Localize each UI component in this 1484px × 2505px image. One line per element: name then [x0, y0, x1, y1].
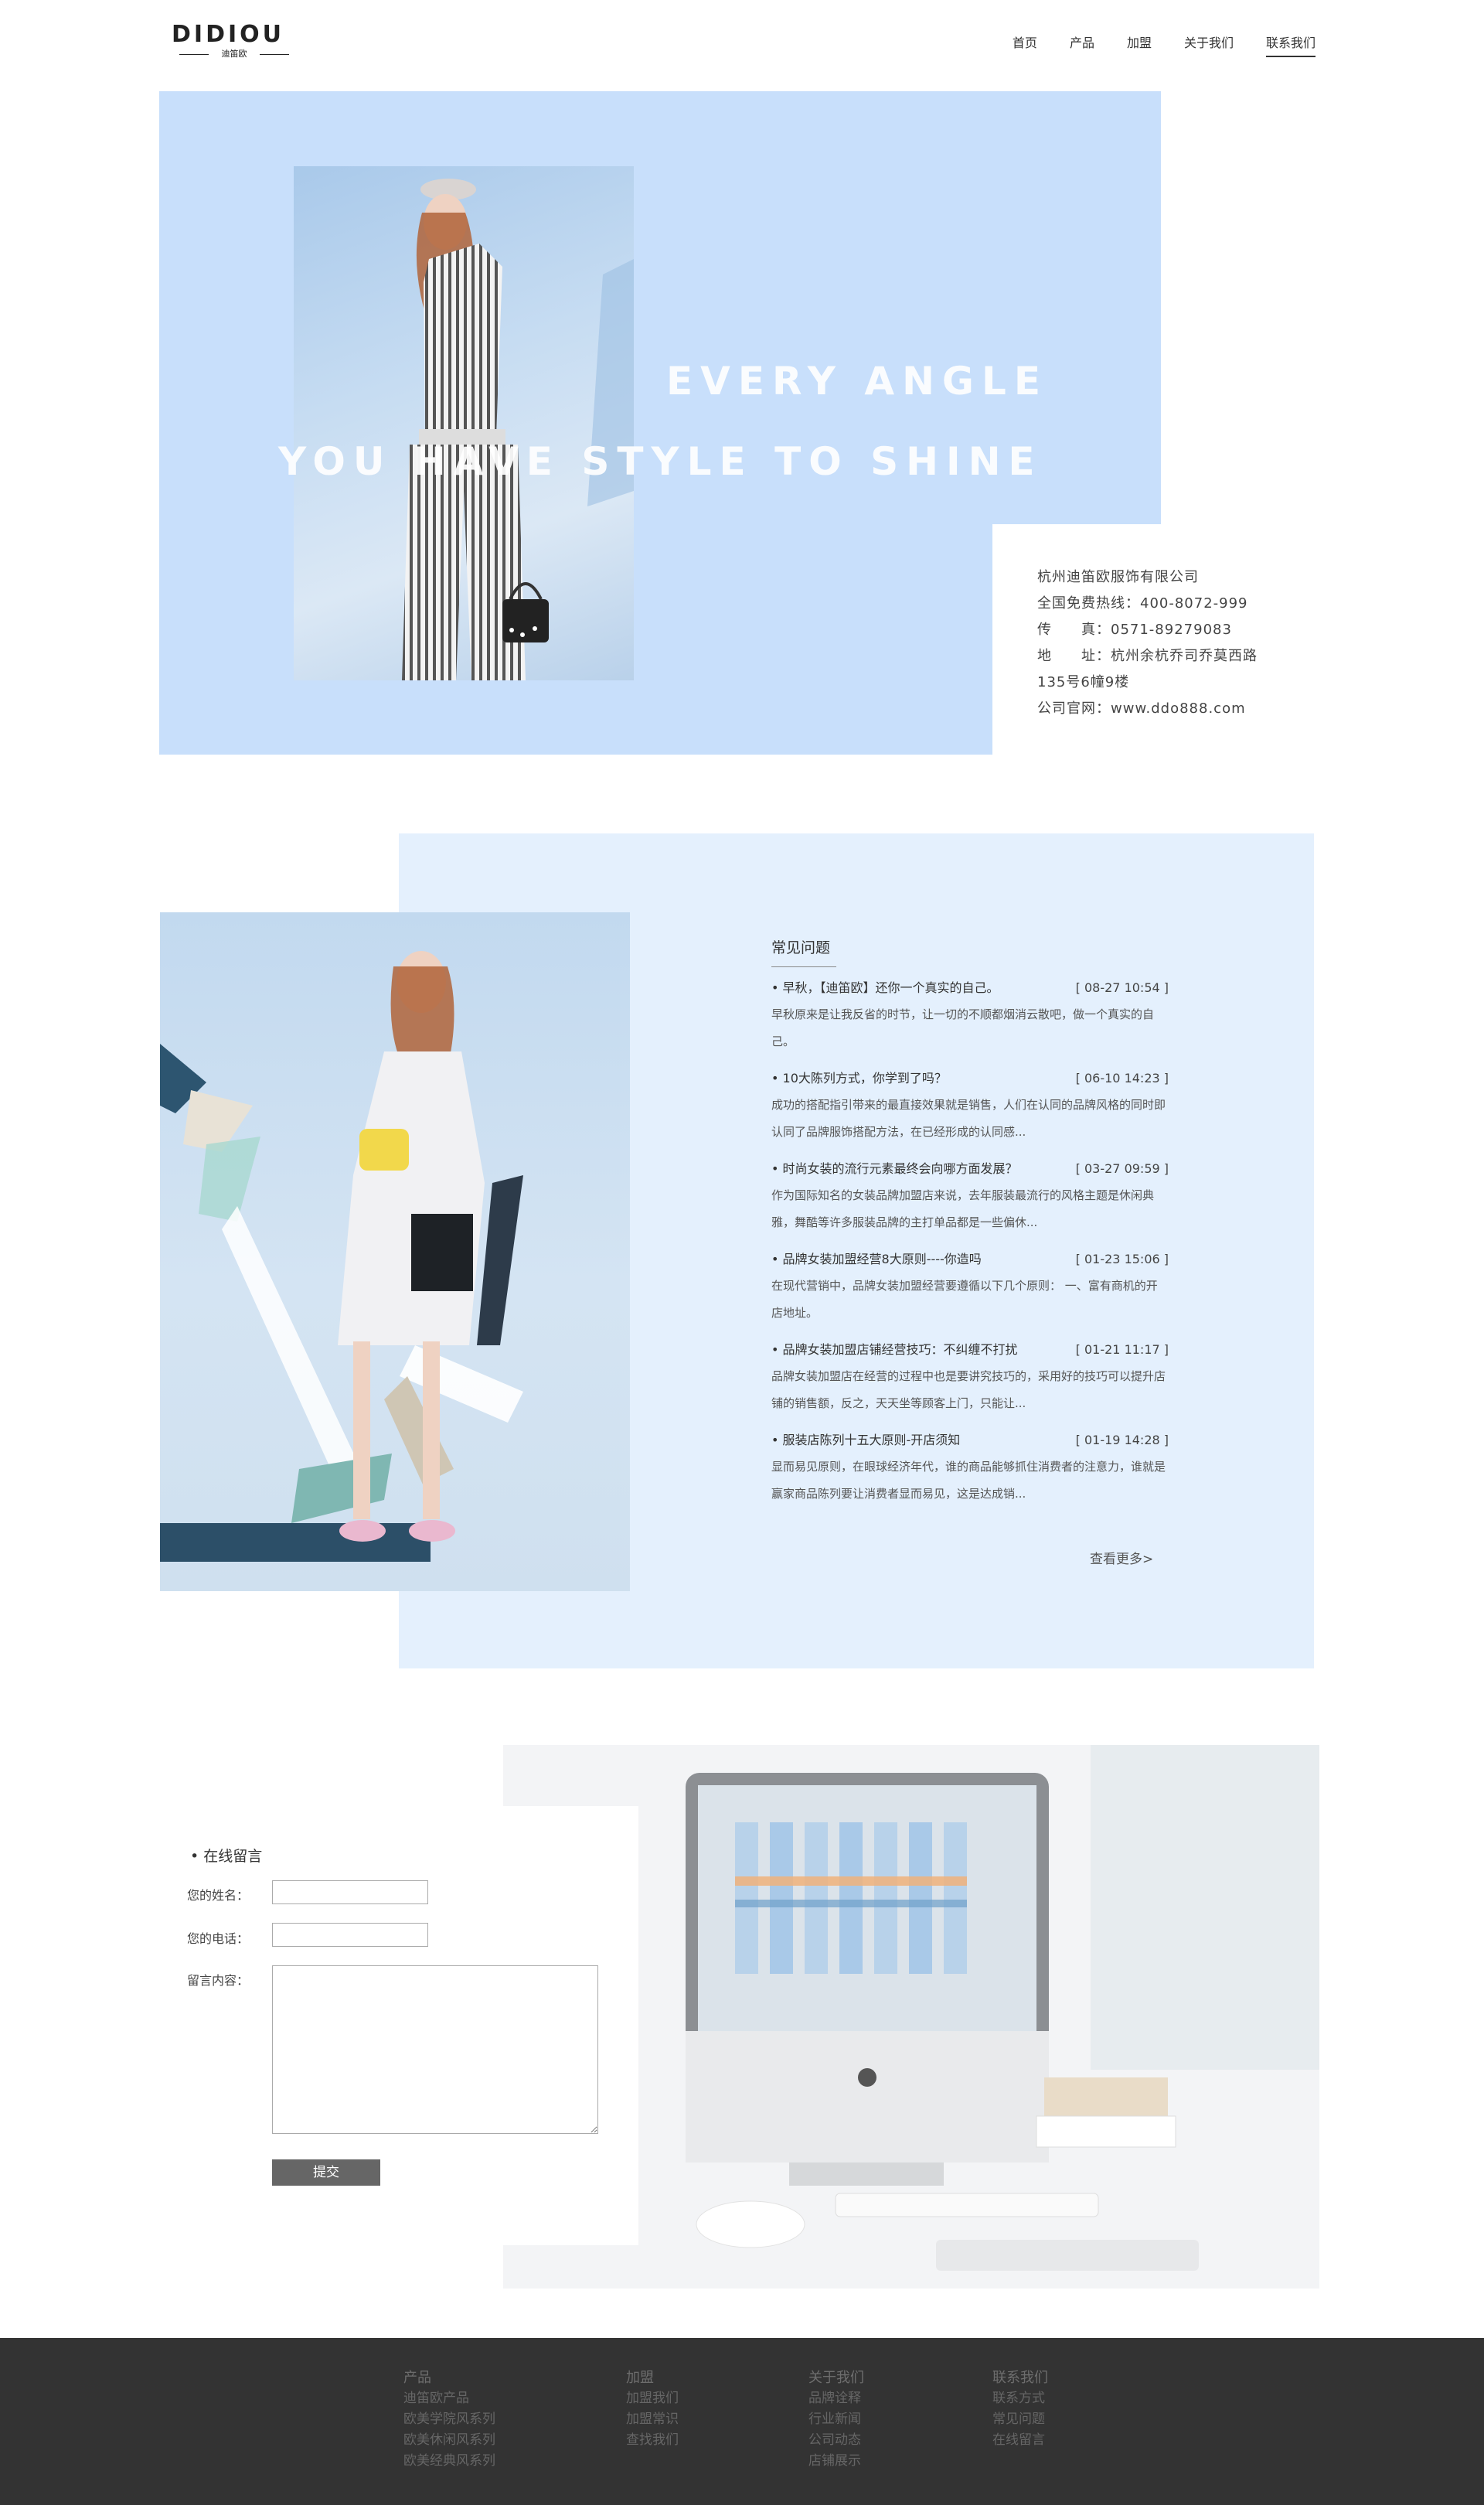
- message-form: • 在线留言 您的姓名： 您的电话： 留言内容： 提交: [159, 1806, 638, 2245]
- nav-products[interactable]: 产品: [1070, 34, 1094, 57]
- footer-link[interactable]: 店铺展示: [808, 2451, 864, 2472]
- footer-link[interactable]: 加盟我们: [626, 2388, 679, 2409]
- footer-heading[interactable]: 联系我们: [992, 2367, 1048, 2388]
- nav-about[interactable]: 关于我们: [1184, 34, 1234, 57]
- faq-item[interactable]: • 时尚女装的流行元素最终会向哪方面发展？ [ 03-27 09:59 ] 作为国…: [771, 1156, 1169, 1236]
- footer-link[interactable]: 联系方式: [992, 2388, 1048, 2409]
- faq-date: [ 01-19 14:28 ]: [1075, 1433, 1169, 1447]
- faq-model-photo: [160, 912, 630, 1591]
- footer-link[interactable]: 在线留言: [992, 2430, 1048, 2451]
- logo-subtitle: 迪笛欧: [172, 49, 297, 59]
- faq-title[interactable]: • 品牌女装加盟经营8大原则----你造吗: [771, 1246, 982, 1273]
- footer: 产品 迪笛欧产品 欧美学院风系列 欧美休闲风系列 欧美经典风系列 加盟 加盟我们…: [0, 2338, 1484, 2505]
- footer-column-about: 关于我们 品牌诠释 行业新闻 公司动态 店铺展示: [808, 2367, 864, 2472]
- address-line1: 地 址：杭州余杭乔司乔莫西路: [1037, 648, 1258, 664]
- faq-heading: 常见问题: [771, 939, 831, 956]
- faq-panel: 常见问题 • 早秋，【迪笛欧】还你一个真实的自己。 [ 08-27 10:54 ]…: [771, 937, 1169, 1518]
- faq-summary: 成功的搭配指引带来的最直接效果就是销售，人们在认同的品牌风格的同时即认同了品牌服…: [771, 1098, 1166, 1139]
- hotline: 全国免费热线：400-8072-999: [1037, 595, 1248, 612]
- faq-item[interactable]: • 品牌女装加盟店铺经营技巧：不纠缠不打扰 [ 01-21 11:17 ] 品牌女…: [771, 1337, 1169, 1417]
- footer-heading[interactable]: 产品: [403, 2367, 495, 2388]
- hero-title-line2: YOU HAVE STYLE TO SHINE: [278, 439, 1043, 484]
- footer-link[interactable]: 迪笛欧产品: [403, 2388, 495, 2409]
- faq-item[interactable]: • 品牌女装加盟经营8大原则----你造吗 [ 01-23 15:06 ] 在现代…: [771, 1246, 1169, 1327]
- faq-title[interactable]: • 品牌女装加盟店铺经营技巧：不纠缠不打扰: [771, 1337, 1018, 1363]
- footer-link[interactable]: 品牌诠释: [808, 2388, 864, 2409]
- faq-summary: 显而易见原则，在眼球经济年代，谁的商品能够抓住消费者的注意力，谁就是赢家商品陈列…: [771, 1460, 1166, 1501]
- hero-model-photo: [294, 166, 634, 680]
- footer-column-join: 加盟 加盟我们 加盟常识 查找我们: [626, 2367, 679, 2451]
- fax: 传 真：0571-89279083: [1037, 622, 1232, 638]
- footer-link[interactable]: 公司动态: [808, 2430, 864, 2451]
- footer-heading[interactable]: 关于我们: [808, 2367, 864, 2388]
- website: 公司官网：www.ddo888.com: [1037, 700, 1246, 717]
- faq-title[interactable]: • 时尚女装的流行元素最终会向哪方面发展？: [771, 1156, 1018, 1182]
- phone-input[interactable]: [272, 1923, 428, 1947]
- faq-summary: 品牌女装加盟店在经营的过程中也是要讲究技巧的，采用好的技巧可以提升店铺的销售额，…: [771, 1369, 1166, 1410]
- hero-title-line1: EVERY ANGLE: [666, 359, 1048, 404]
- footer-heading[interactable]: 加盟: [626, 2367, 679, 2388]
- faq-date: [ 03-27 09:59 ]: [1075, 1161, 1169, 1176]
- nav-join[interactable]: 加盟: [1127, 34, 1152, 57]
- content-label: 留言内容：: [187, 1973, 250, 1988]
- footer-link[interactable]: 查找我们: [626, 2430, 679, 2451]
- faq-item[interactable]: • 服装店陈列十五大原则-开店须知 [ 01-19 14:28 ] 显而易见原则，…: [771, 1427, 1169, 1508]
- faq-title[interactable]: • 早秋，【迪笛欧】还你一个真实的自己。: [771, 975, 999, 1001]
- nav-contact[interactable]: 联系我们: [1265, 34, 1316, 57]
- submit-button[interactable]: 提交: [272, 2159, 380, 2186]
- faq-item[interactable]: • 10大陈列方式，你学到了吗？ [ 06-10 14:23 ] 成功的搭配指引带…: [771, 1065, 1169, 1146]
- footer-link[interactable]: 欧美休闲风系列: [403, 2430, 495, 2451]
- name-label: 您的姓名：: [187, 1888, 250, 1903]
- faq-date: [ 08-27 10:54 ]: [1075, 980, 1169, 995]
- faq-date: [ 01-21 11:17 ]: [1075, 1342, 1169, 1357]
- main-nav: 首页 产品 加盟 关于我们 联系我们: [1013, 34, 1316, 57]
- logo-text: DIDIOU: [172, 21, 284, 48]
- footer-link[interactable]: 欧美学院风系列: [403, 2409, 495, 2430]
- phone-label: 您的电话：: [187, 1931, 250, 1946]
- faq-summary: 早秋原来是让我反省的时节，让一切的不顺都烟消云散吧，做一个真实的自己。: [771, 1007, 1155, 1048]
- faq-item[interactable]: • 早秋，【迪笛欧】还你一个真实的自己。 [ 08-27 10:54 ] 早秋原来…: [771, 975, 1169, 1055]
- footer-column-products: 产品 迪笛欧产品 欧美学院风系列 欧美休闲风系列 欧美经典风系列: [403, 2367, 495, 2472]
- contact-info: 杭州迪笛欧服饰有限公司 全国免费热线：400-8072-999 传 真：0571…: [1037, 564, 1258, 722]
- faq-date: [ 01-23 15:06 ]: [1075, 1252, 1169, 1266]
- address-line2: 135号6幢9楼: [1037, 674, 1130, 690]
- footer-link[interactable]: 行业新闻: [808, 2409, 864, 2430]
- faq-summary: 作为国际知名的女装品牌加盟店来说，去年服装最流行的风格主题是休闲典雅，舞酷等许多…: [771, 1188, 1155, 1229]
- message-textarea[interactable]: [272, 1965, 598, 2134]
- name-input[interactable]: [272, 1880, 428, 1904]
- company-name: 杭州迪笛欧服饰有限公司: [1037, 569, 1199, 585]
- faq-date: [ 06-10 14:23 ]: [1075, 1071, 1169, 1086]
- footer-link[interactable]: 加盟常识: [626, 2409, 679, 2430]
- faq-title[interactable]: • 服装店陈列十五大原则-开店须知: [771, 1427, 960, 1454]
- faq-summary: 在现代营销中，品牌女装加盟经营要遵循以下几个原则： 一、富有商机的开店地址。: [771, 1279, 1158, 1320]
- nav-home[interactable]: 首页: [1013, 34, 1037, 57]
- faq-heading-underline: [771, 966, 836, 967]
- faq-title[interactable]: • 10大陈列方式，你学到了吗？: [771, 1065, 947, 1092]
- logo[interactable]: DIDIOU 迪笛欧: [172, 21, 297, 59]
- view-more-link[interactable]: 查看更多>: [1090, 1548, 1153, 1567]
- form-title: • 在线留言: [190, 1848, 263, 1865]
- footer-link[interactable]: 常见问题: [992, 2409, 1048, 2430]
- footer-link[interactable]: 欧美经典风系列: [403, 2451, 495, 2472]
- footer-column-contact: 联系我们 联系方式 常见问题 在线留言: [992, 2367, 1048, 2451]
